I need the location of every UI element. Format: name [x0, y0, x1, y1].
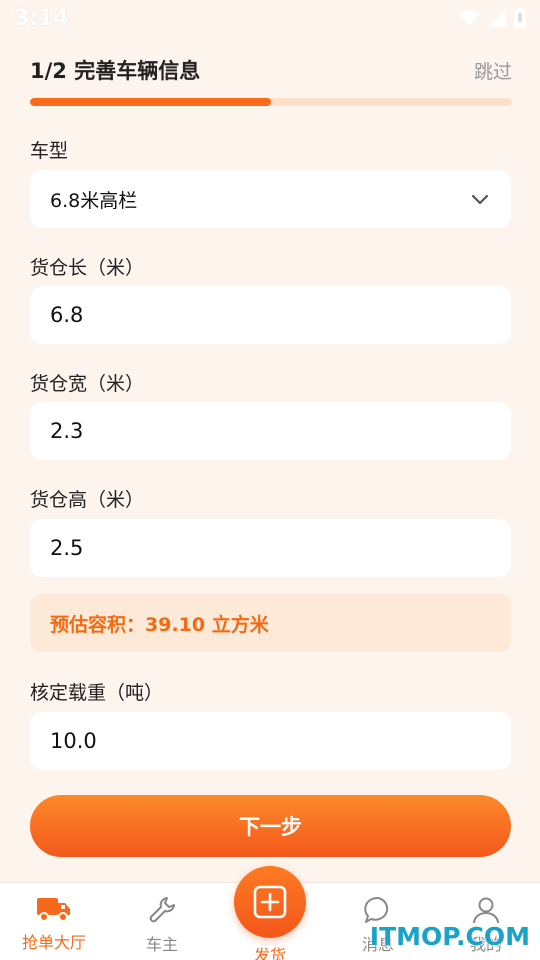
status-bar: 3:14: [0, 0, 540, 36]
chevron-down-icon: [471, 194, 489, 205]
cargo-width-input[interactable]: 2.3: [30, 402, 511, 460]
page-title: 1/2 完善车辆信息: [30, 59, 201, 83]
estimated-volume: 预估容积：39.10 立方米: [30, 594, 511, 652]
load-capacity-input[interactable]: 10.0: [30, 712, 511, 770]
publish-cargo-label: 发货: [253, 946, 286, 960]
tab-label: 车主: [145, 935, 178, 954]
tab-owner[interactable]: 车主: [108, 883, 216, 960]
battery-icon: [514, 8, 526, 28]
skip-link[interactable]: 跳过: [474, 57, 512, 84]
status-icons: [458, 8, 526, 28]
wrench-icon: [149, 897, 175, 923]
wifi-icon: [458, 9, 480, 26]
cargo-length-input[interactable]: 6.8: [30, 286, 511, 344]
next-step-button[interactable]: 下一步: [30, 795, 511, 857]
page-header: 1/2 完善车辆信息 跳过: [30, 52, 512, 88]
cargo-width-value: 2.3: [50, 419, 84, 443]
cargo-height-label: 货仓高（米）: [30, 489, 145, 511]
cargo-width-label: 货仓宽（米）: [30, 373, 145, 395]
publish-cargo-button[interactable]: [234, 866, 306, 938]
cargo-length-value: 6.8: [50, 303, 84, 327]
cargo-height-value: 2.5: [50, 536, 84, 560]
chat-icon: [364, 896, 389, 923]
vehicle-type-label: 车型: [30, 140, 69, 162]
load-capacity-value: 10.0: [50, 729, 97, 753]
tab-order-hall[interactable]: 抢单大厅: [0, 883, 108, 960]
cargo-height-input[interactable]: 2.5: [30, 519, 511, 577]
truck-icon: [37, 898, 70, 922]
progress-bar: [30, 98, 512, 106]
plus-icon: [253, 885, 287, 919]
status-time: 3:14: [14, 5, 69, 31]
vehicle-type-value: 6.8米高栏: [50, 189, 138, 212]
signal-icon: [488, 9, 506, 27]
cargo-length-label: 货仓长（米）: [30, 257, 145, 279]
tab-label: 抢单大厅: [21, 933, 86, 952]
user-icon: [473, 897, 499, 924]
watermark: ITMOP.COM: [369, 922, 530, 951]
load-capacity-label: 核定载重（吨）: [30, 682, 164, 704]
vehicle-type-select[interactable]: 6.8米高栏: [30, 170, 511, 228]
progress-fill: [30, 98, 271, 106]
